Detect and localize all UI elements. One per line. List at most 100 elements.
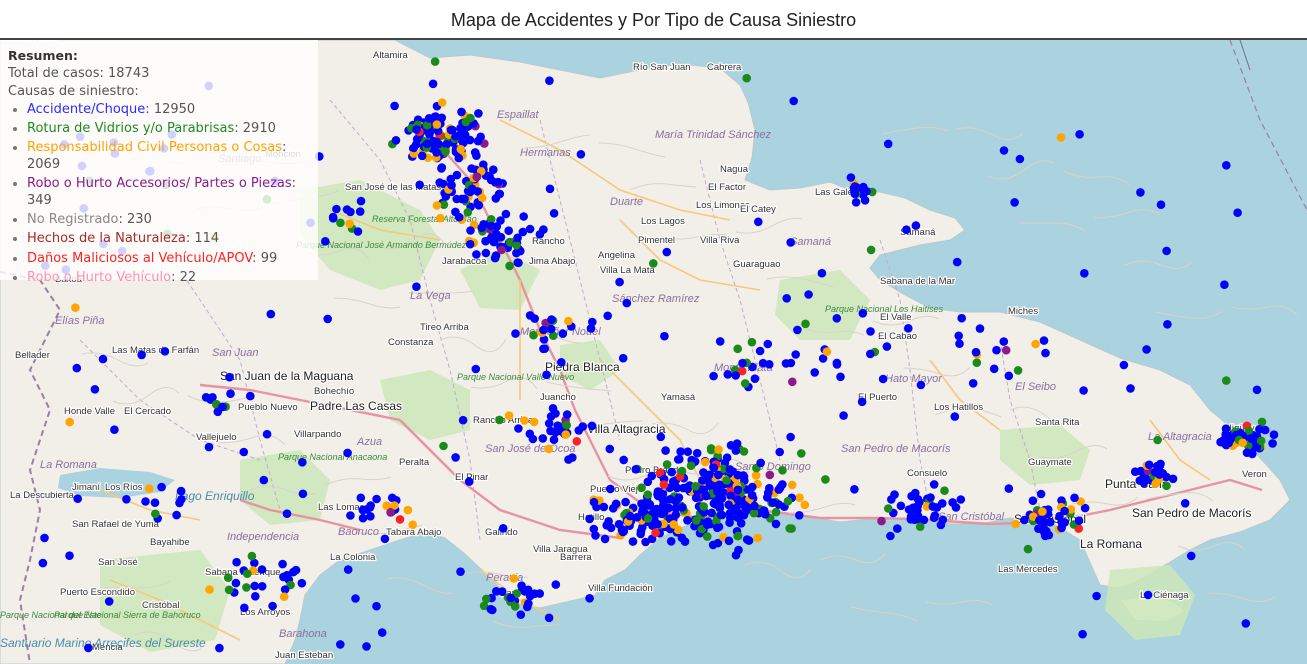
accident-marker <box>232 557 241 567</box>
map-place-label: Hermanas <box>520 147 571 159</box>
accident-marker <box>703 532 712 541</box>
map-place-label: María Trinidad Sánchez <box>655 129 771 141</box>
accident-marker <box>714 445 723 454</box>
accident-marker <box>801 319 810 329</box>
map-place-label: Honde Valle <box>64 406 115 417</box>
map-place-label: Padre Las Casas <box>310 399 402 413</box>
accident-marker <box>104 597 114 606</box>
accident-marker <box>1074 516 1084 525</box>
accident-marker <box>786 238 795 247</box>
accident-marker <box>332 204 341 214</box>
summary-header: Resumen: <box>8 48 78 63</box>
accident-marker <box>90 385 100 394</box>
accident-marker <box>631 465 641 474</box>
accident-marker <box>40 533 49 543</box>
accident-marker <box>915 522 925 531</box>
map-place-label: San José <box>98 557 138 568</box>
accident-marker <box>437 164 446 173</box>
accident-marker <box>561 430 571 439</box>
accident-marker <box>832 314 842 323</box>
total-value: 18743 <box>108 66 150 81</box>
accident-marker <box>546 412 556 421</box>
accident-marker <box>702 520 712 529</box>
map-place-label: Juancho <box>540 392 576 403</box>
cause-item: Robo o Hurto Accesorios/ Partes o Piezas… <box>27 175 318 209</box>
accident-marker <box>781 359 791 368</box>
accident-marker <box>758 358 768 368</box>
accident-marker <box>544 444 553 454</box>
accident-marker <box>1222 161 1231 170</box>
accident-marker <box>618 353 628 363</box>
accident-marker <box>641 537 650 547</box>
accident-marker <box>539 325 548 335</box>
accident-marker <box>545 76 554 85</box>
accident-marker <box>759 506 769 515</box>
accident-marker <box>756 458 765 468</box>
accident-marker <box>391 136 401 145</box>
map-place-label: Constanza <box>388 337 434 348</box>
accident-marker <box>145 484 154 493</box>
map-place-label: Las Lomas <box>318 502 365 513</box>
accident-marker <box>904 324 913 333</box>
accident-marker <box>1079 386 1088 395</box>
map-place-label: Consuelo <box>907 468 947 479</box>
accident-marker <box>789 96 798 106</box>
accident-marker <box>860 196 870 205</box>
accident-marker <box>778 466 787 475</box>
map-container[interactable]: Altamira Río San Juan Cabrera Espaillat Marí… <box>0 40 1307 664</box>
accident-marker <box>278 559 287 569</box>
accident-marker <box>787 524 796 533</box>
map-place-label: La Descubierta <box>10 490 75 501</box>
accident-marker <box>587 421 597 431</box>
accident-marker <box>929 513 939 522</box>
accident-marker <box>913 511 922 521</box>
accident-marker <box>356 196 366 206</box>
accident-marker <box>442 140 451 149</box>
accident-marker <box>585 594 594 603</box>
accident-marker <box>495 415 504 425</box>
accident-marker <box>771 519 781 529</box>
accident-marker <box>323 314 333 324</box>
map-place-label: Rancho <box>532 236 565 247</box>
accident-marker <box>775 447 784 457</box>
accident-marker <box>486 604 496 614</box>
accident-marker <box>1041 348 1050 358</box>
accident-marker <box>1036 489 1046 499</box>
accident-marker <box>362 642 371 651</box>
accident-marker <box>514 424 523 433</box>
map-place-label: San José de las Matas <box>345 182 441 193</box>
map-place-label: Independencia <box>227 531 299 543</box>
accident-marker <box>733 344 742 354</box>
accident-marker <box>1252 385 1262 395</box>
accident-marker <box>751 471 761 480</box>
accident-marker <box>661 446 670 455</box>
accident-marker <box>386 508 395 517</box>
cause-name: Robo o Hurto Vehículo <box>27 269 172 285</box>
accident-marker <box>1242 448 1252 458</box>
accident-marker <box>916 380 926 390</box>
accident-marker <box>1031 339 1040 349</box>
map-place-label: Baoruco <box>338 526 379 538</box>
accident-marker <box>683 447 693 457</box>
accident-marker <box>474 201 484 210</box>
accident-marker <box>625 511 635 521</box>
accident-marker <box>715 337 725 346</box>
accident-marker <box>782 294 791 303</box>
accident-marker <box>250 581 259 591</box>
accident-marker <box>701 491 711 501</box>
accident-marker <box>110 425 119 435</box>
accident-marker <box>603 311 612 321</box>
accident-marker <box>576 150 586 159</box>
cause-item: Robo o Hurto Vehículo: 22 <box>27 269 318 286</box>
accident-marker <box>739 510 749 520</box>
accident-marker <box>585 514 594 524</box>
accident-marker <box>257 582 267 591</box>
accident-marker <box>529 330 538 340</box>
map-place-label: Los Hatillos <box>934 402 983 413</box>
accident-marker <box>551 580 561 589</box>
accident-marker <box>726 513 735 523</box>
accident-marker <box>852 183 862 192</box>
accident-marker <box>713 523 722 533</box>
accident-marker <box>412 282 421 291</box>
accident-marker <box>279 592 289 601</box>
